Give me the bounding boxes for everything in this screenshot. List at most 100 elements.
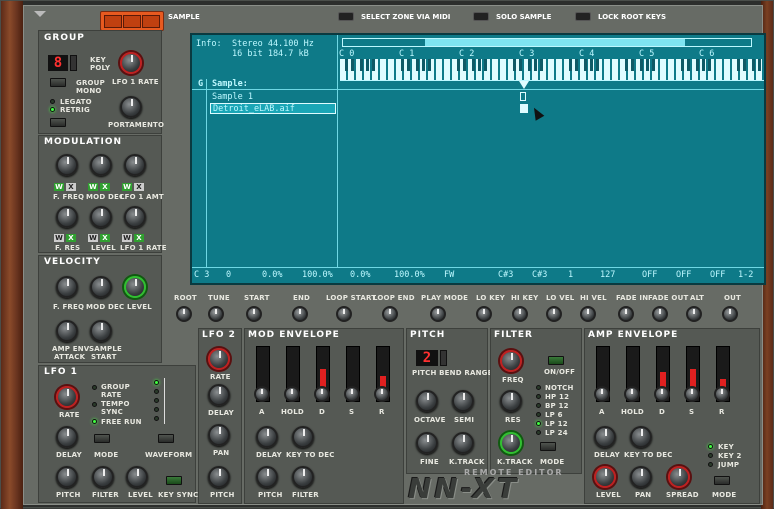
vel-mod-dec-knob[interactable]: [90, 276, 112, 298]
lfo1-mode-button[interactable]: [94, 434, 110, 443]
group-lfo1-rate-knob[interactable]: [120, 52, 142, 74]
lo-key-knob[interactable]: [476, 306, 492, 322]
mod-env-filter-knob[interactable]: [292, 466, 314, 488]
lo-vel-knob[interactable]: [546, 306, 562, 322]
mod-level-knob[interactable]: [90, 206, 112, 228]
mod-lfo1-amt-knob[interactable]: [124, 154, 146, 176]
mod-env-slider-handle[interactable]: [374, 386, 390, 402]
fade-in-knob[interactable]: [618, 306, 634, 322]
mod-f-freq-w-toggle[interactable]: W: [54, 183, 64, 191]
vel-level-knob[interactable]: [124, 276, 146, 298]
mod-env-slider-handle[interactable]: [344, 386, 360, 402]
amp-env-spread-knob[interactable]: [668, 466, 690, 488]
pitch-bend-range-stepper[interactable]: [440, 350, 447, 366]
mod-env-pitch-knob[interactable]: [256, 466, 278, 488]
sample-list-item[interactable]: Sample 1: [212, 92, 253, 102]
mod-env-slider-handle[interactable]: [284, 386, 300, 402]
start-knob[interactable]: [246, 306, 262, 322]
lfo1-level-knob[interactable]: [126, 466, 148, 488]
amp-env-slider-handle[interactable]: [714, 386, 730, 402]
hi-key-knob[interactable]: [512, 306, 528, 322]
amp-env-slider-handle[interactable]: [654, 386, 670, 402]
lfo1-waveform-button[interactable]: [158, 434, 174, 443]
keyboard-zoom-bar[interactable]: [342, 38, 752, 47]
hi-vel-knob[interactable]: [580, 306, 596, 322]
end-knob[interactable]: [292, 306, 308, 322]
loop-end-knob[interactable]: [382, 306, 398, 322]
pitch-semi-knob[interactable]: [452, 390, 474, 412]
mod-lfo1-rate-knob[interactable]: [124, 206, 146, 228]
mod-mod-dec-w-toggle[interactable]: W: [88, 183, 98, 191]
pitch-k-track-knob[interactable]: [452, 432, 474, 454]
loop-start-knob[interactable]: [336, 306, 352, 322]
lock-root-keys-button[interactable]: [575, 12, 591, 21]
mod-level-w-toggle[interactable]: W: [88, 234, 98, 242]
mod-f-res-x-toggle[interactable]: X: [66, 234, 76, 242]
browse-sample-button[interactable]: [104, 15, 122, 28]
filter-on-off-button[interactable]: [548, 356, 564, 365]
lfo2-pitch-knob[interactable]: [208, 466, 230, 488]
vel-amp-env-attack-knob[interactable]: [56, 320, 78, 342]
filter-mode-button[interactable]: [540, 442, 556, 451]
filter-res-knob[interactable]: [500, 390, 522, 412]
lfo1-rate-knob[interactable]: [56, 386, 78, 408]
play-mode-knob[interactable]: [430, 306, 446, 322]
mod-f-freq-x-toggle[interactable]: X: [66, 183, 76, 191]
mod-env-delay-knob[interactable]: [256, 426, 278, 448]
tune-knob[interactable]: [208, 306, 224, 322]
mod-env-slider-handle[interactable]: [314, 386, 330, 402]
amp-env-key-to-dec-knob[interactable]: [630, 426, 652, 448]
amp-env-pan-knob[interactable]: [630, 466, 652, 488]
group-mono-button[interactable]: [50, 78, 66, 87]
out-knob[interactable]: [722, 306, 738, 322]
lfo2-pan-knob[interactable]: [208, 424, 230, 446]
solo-sample-button[interactable]: [473, 12, 489, 21]
filter-k-track-knob[interactable]: [500, 432, 522, 454]
mod-env-delay-label: DELAY: [256, 451, 282, 459]
pitch-fine-knob[interactable]: [416, 432, 438, 454]
folder-icon[interactable]: [123, 15, 141, 28]
lfo2-rate-knob[interactable]: [208, 348, 230, 370]
keyboard-zoom-handle[interactable]: [425, 39, 685, 46]
mod-lfo1-rate-x-toggle[interactable]: X: [134, 234, 144, 242]
root-knob[interactable]: [176, 306, 192, 322]
select-zone-via-midi-button[interactable]: [338, 12, 354, 21]
amp-mode-button[interactable]: [714, 476, 730, 485]
mod-level-x-toggle[interactable]: X: [100, 234, 110, 242]
amp-env-delay-knob[interactable]: [594, 426, 616, 448]
vel-f-freq-knob[interactable]: [56, 276, 78, 298]
mod-f-freq-knob[interactable]: [56, 154, 78, 176]
mod-mod-dec-knob[interactable]: [90, 154, 112, 176]
key-poly-stepper[interactable]: [70, 55, 77, 71]
lfo1-key-sync-button[interactable]: [166, 476, 182, 485]
mod-f-res-w-toggle[interactable]: W: [54, 234, 64, 242]
amp-env-level-knob[interactable]: [594, 466, 616, 488]
mod-lfo1-amt-x-toggle[interactable]: X: [134, 183, 144, 191]
lfo1-filter-knob[interactable]: [92, 466, 114, 488]
lfo1-pitch-knob[interactable]: [56, 466, 78, 488]
filter-freq-knob[interactable]: [500, 350, 522, 372]
legato-retrig-button[interactable]: [50, 118, 66, 127]
pitch-octave-knob[interactable]: [416, 390, 438, 412]
mod-lfo1-amt-w-toggle[interactable]: W: [122, 183, 132, 191]
lfo2-delay-knob[interactable]: [208, 384, 230, 406]
sample-zone-1[interactable]: [520, 92, 526, 101]
mod-env-slider-handle[interactable]: [254, 386, 270, 402]
mod-env-key-to-dec-knob[interactable]: [292, 426, 314, 448]
amp-env-slider-handle[interactable]: [624, 386, 640, 402]
mod-lfo1-rate-w-toggle[interactable]: W: [122, 234, 132, 242]
portamento-knob[interactable]: [120, 96, 142, 118]
sample-list-item-selected[interactable]: Detroit_eLAB.aif: [210, 103, 336, 114]
mod-f-res-knob[interactable]: [56, 206, 78, 228]
alt-knob[interactable]: [686, 306, 702, 322]
sample-zone-2-selected[interactable]: [520, 104, 528, 113]
pitch-bend-range-label: PITCH BEND RANGE: [412, 369, 493, 377]
vel-sample-start-knob[interactable]: [90, 320, 112, 342]
lfo1-delay-knob[interactable]: [56, 426, 78, 448]
amp-env-slider-handle[interactable]: [684, 386, 700, 402]
collapse-arrow-icon[interactable]: [34, 11, 46, 17]
mod-mod-dec-x-toggle[interactable]: X: [100, 183, 110, 191]
waveform-icon[interactable]: [142, 15, 160, 28]
fade-out-knob[interactable]: [652, 306, 668, 322]
amp-env-slider-handle[interactable]: [594, 386, 610, 402]
